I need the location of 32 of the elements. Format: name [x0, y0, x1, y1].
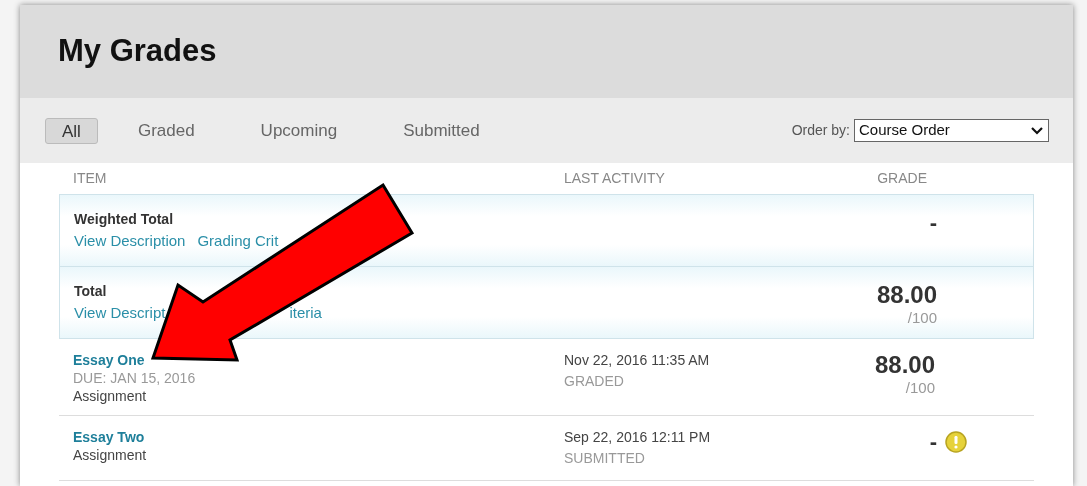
row-link[interactable]: iteria	[289, 302, 322, 325]
item-link[interactable]: Essay One	[73, 351, 564, 369]
grade-value: 88.00	[874, 351, 935, 379]
activity-status: GRADED	[564, 372, 625, 391]
grade-value: -	[929, 209, 937, 237]
column-header: LAST ACTIVITY	[563, 169, 666, 188]
activity-date: Sep 22, 2016 12:11 PM	[564, 428, 712, 446]
order-by-select[interactable]: Course Order	[854, 119, 1049, 142]
item-link[interactable]: Essay Two	[73, 428, 564, 446]
order-by-label: Order by:	[791, 121, 850, 140]
filter-tab[interactable]: Upcoming	[234, 117, 364, 144]
row-link[interactable]: View Description	[74, 230, 186, 253]
column-header: ITEM	[72, 169, 108, 188]
row-title: Weighted Total	[74, 210, 175, 229]
grade-value: 88.00	[876, 281, 937, 309]
page-title: My Grades	[58, 32, 217, 71]
activity-date: Nov 22, 2016 11:35 AM	[564, 351, 711, 369]
chevron-down-icon	[1030, 125, 1044, 136]
row-link[interactable]: View Descript	[74, 302, 166, 325]
filter-tab[interactable]: All	[45, 117, 98, 144]
grade-max: /100	[905, 379, 935, 397]
filter-tab[interactable]: Graded	[111, 117, 221, 144]
activity-status: SUBMITTED	[564, 449, 646, 468]
row-title: Total	[74, 282, 108, 301]
filter-tab[interactable]: Submitted	[377, 117, 506, 144]
due-date: DUE: JAN 15, 2016	[73, 369, 197, 387]
row-link[interactable]: Grading Crit	[197, 230, 279, 253]
item-type: Assignment	[73, 387, 148, 405]
grade-max: /100	[907, 309, 937, 327]
column-header: GRADE	[876, 169, 927, 188]
item-type: Assignment	[73, 446, 148, 464]
grade-value: -	[929, 428, 937, 456]
